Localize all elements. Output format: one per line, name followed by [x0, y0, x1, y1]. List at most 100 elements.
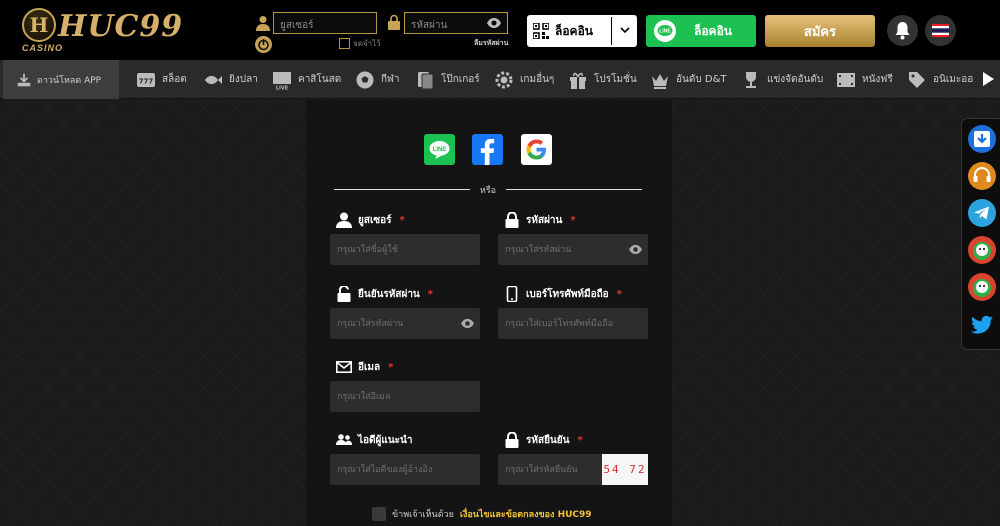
- terms-checkbox[interactable]: [372, 507, 386, 521]
- nav-next-arrow-icon[interactable]: [981, 72, 995, 86]
- remember-checkbox[interactable]: [339, 38, 350, 49]
- lock-icon: [505, 432, 519, 448]
- google-icon: [526, 139, 546, 160]
- referrer-input[interactable]: [330, 454, 480, 485]
- line-app-icon: LINE: [654, 20, 676, 42]
- svg-text:LINE: LINE: [659, 29, 671, 35]
- nav-item-poker[interactable]: โป๊กเกอร์: [415, 60, 480, 99]
- captcha-label: รหัสยืนยัน *: [504, 432, 583, 448]
- or-divider-text: หรือ: [479, 186, 497, 196]
- line-support-float-button[interactable]: [968, 273, 996, 301]
- confirm-password-label: ยืนยันรหัสผ่าน *: [336, 286, 433, 302]
- bell-icon: [895, 22, 910, 40]
- phone-input[interactable]: [498, 308, 648, 339]
- language-selector[interactable]: [925, 15, 956, 46]
- nav-item-other-games[interactable]: เกมอื่นๆ: [494, 60, 554, 99]
- telegram-float-button[interactable]: [968, 199, 996, 227]
- signup-button[interactable]: สมัคร: [765, 15, 875, 47]
- nav-item-label: อันดับ D&T: [676, 74, 727, 85]
- qr-login-button[interactable]: ล็อคอิน: [527, 15, 637, 47]
- email-field[interactable]: [330, 381, 480, 412]
- fish-icon: [205, 75, 222, 84]
- password-input[interactable]: [498, 234, 648, 265]
- confirm-password-field[interactable]: [330, 308, 480, 339]
- nav-item-promotions[interactable]: โปรโมชั่น: [568, 60, 637, 99]
- logo-subtitle: CASINO: [22, 43, 64, 53]
- nav-item-ranking[interactable]: อันดับ D&T: [650, 60, 726, 99]
- or-divider-right: [506, 189, 642, 190]
- captcha-input[interactable]: [498, 454, 602, 485]
- password-label-text: รหัสผ่าน: [526, 214, 563, 226]
- nav-item-slot[interactable]: 777 สล็อต: [136, 60, 187, 99]
- google-signup-button[interactable]: [521, 134, 552, 165]
- header-password-field[interactable]: [404, 12, 508, 36]
- brand-logo[interactable]: H HUC99 CASINO: [20, 8, 184, 54]
- nav-item-label: คาสิโนสด: [298, 74, 342, 85]
- referrer-label: ไอดีผู้แนะนำ: [336, 432, 413, 448]
- line-signup-button[interactable]: LINE: [424, 134, 455, 165]
- header-username-input[interactable]: [274, 15, 376, 36]
- required-mark: *: [616, 288, 622, 300]
- required-mark: *: [399, 214, 405, 226]
- nav-item-label: กีฬา: [381, 74, 400, 85]
- signup-form-panel: LINE หรือ ยูสเซอร์* รหัสผ่าน* ยืนยั: [306, 100, 672, 526]
- remember-label: จดจำไว้: [353, 39, 381, 48]
- nav-item-sports[interactable]: กีฬา: [355, 60, 400, 99]
- nav-item-label: หนังฟรี: [862, 74, 893, 85]
- eye-icon[interactable]: [461, 318, 474, 329]
- eye-icon[interactable]: [629, 244, 642, 255]
- forgot-password-link[interactable]: ลืมรหัสผ่าน: [474, 38, 508, 49]
- captcha-image[interactable]: 54 72: [602, 454, 648, 485]
- required-mark: *: [427, 288, 434, 300]
- referrer-field[interactable]: [330, 454, 480, 485]
- username-input[interactable]: [330, 234, 480, 265]
- email-label: อีเมล *: [336, 359, 393, 375]
- power-icon[interactable]: [255, 36, 272, 53]
- nav-item-anime[interactable]: อนิเมะออ: [907, 60, 973, 99]
- download-app-float-button[interactable]: [968, 125, 996, 153]
- or-divider-left: [334, 189, 470, 190]
- qr-login-divider: [611, 17, 612, 45]
- line-login-label: ล็อคอิน: [694, 23, 732, 38]
- email-input[interactable]: [330, 381, 480, 412]
- line-official-float-button[interactable]: [968, 236, 996, 264]
- line-login-button[interactable]: LINE ล็อคอิน: [646, 15, 756, 47]
- terms-link[interactable]: เงื่อนไขและข้อตกลงของ HUC99: [460, 507, 592, 521]
- logo-text: HUC99: [58, 9, 184, 44]
- nav-item-live-casino[interactable]: LIVE คาสิโนสด: [272, 60, 341, 99]
- telegram-icon: [974, 206, 989, 220]
- username-field[interactable]: [330, 234, 480, 265]
- terms-text: ข้าพเจ้าเห็นด้วย: [392, 510, 454, 520]
- nav-item-fishing[interactable]: ยิงปลา: [203, 60, 258, 99]
- lock-icon: [388, 14, 400, 30]
- nav-item-label: แข่งจัดอันดับ: [767, 74, 824, 85]
- remember-me[interactable]: จดจำไว้: [339, 37, 381, 50]
- facebook-signup-button[interactable]: [472, 134, 503, 165]
- captcha-field[interactable]: 54 72: [498, 454, 648, 485]
- trophy-icon: [746, 71, 756, 88]
- notifications-button[interactable]: [887, 15, 918, 46]
- qr-code-icon: [533, 23, 549, 39]
- nav-item-tournament[interactable]: แข่งจัดอันดับ: [741, 60, 823, 99]
- unlock-icon: [337, 286, 351, 302]
- nav-item-label: สล็อต: [162, 74, 187, 85]
- phone-field[interactable]: [498, 308, 648, 339]
- nav-download-app[interactable]: ดาวน์โหลด APP: [3, 60, 119, 99]
- nav-item-label: เกมอื่นๆ: [520, 74, 555, 85]
- phone-label: เบอร์โทรศัพท์มือถือ *: [504, 286, 622, 302]
- nav-item-movies[interactable]: หนังฟรี: [836, 60, 893, 99]
- nav-item-label: โป๊กเกอร์: [441, 74, 480, 85]
- eye-icon[interactable]: [487, 17, 501, 29]
- live-casino-icon: LIVE: [273, 71, 291, 90]
- envelope-icon: [336, 360, 352, 373]
- chevron-down-icon[interactable]: [619, 24, 631, 36]
- password-label: รหัสผ่าน *: [504, 212, 576, 228]
- nav-item-label: อนิเมะออ: [933, 74, 974, 85]
- support-float-button[interactable]: [968, 162, 996, 190]
- svg-text:LINE: LINE: [433, 147, 447, 153]
- confirm-password-input[interactable]: [330, 308, 480, 339]
- password-field[interactable]: [498, 234, 648, 265]
- twitter-float-button[interactable]: [968, 310, 996, 338]
- main-nav: ดาวน์โหลด APP 777 สล็อต ยิงปลา LIVE คาสิ…: [0, 60, 1000, 99]
- header-username-field[interactable]: [273, 12, 377, 36]
